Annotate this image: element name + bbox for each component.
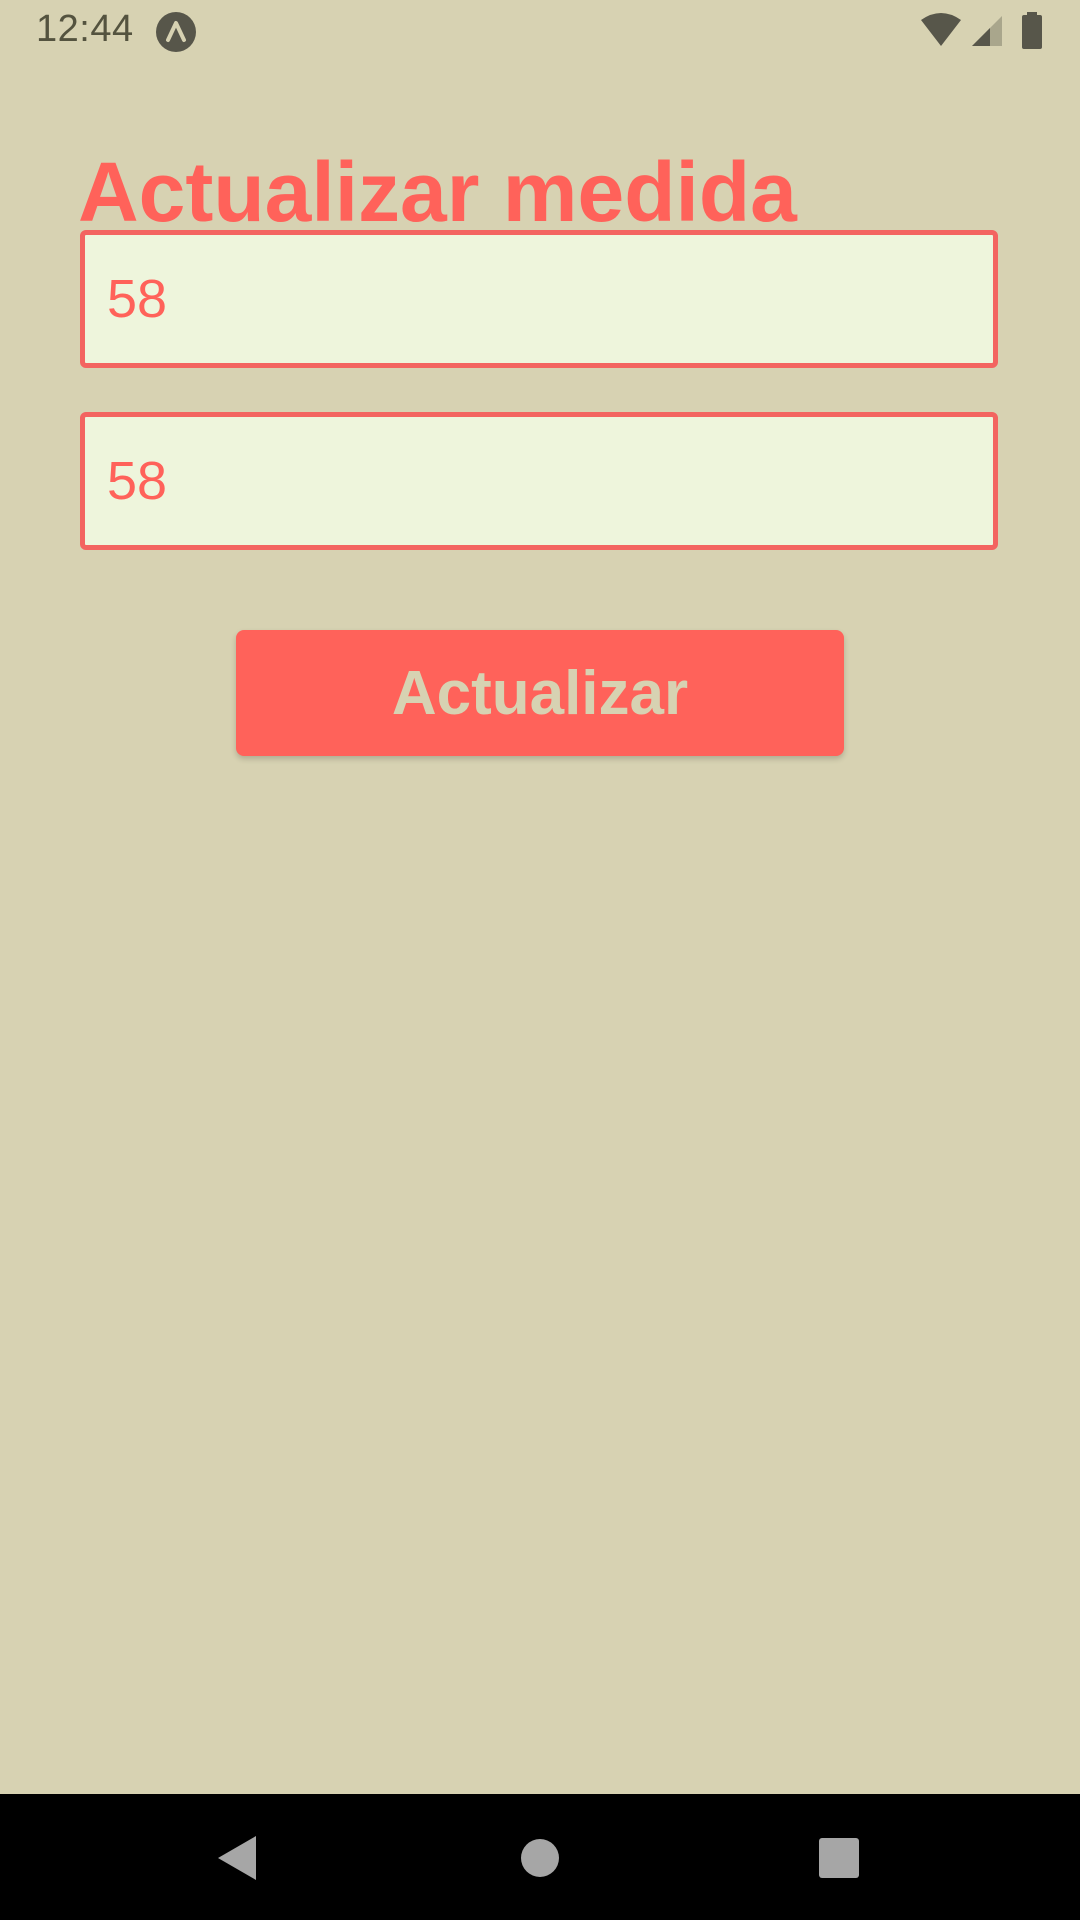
- status-time: 12:44: [36, 8, 134, 50]
- page-title: Actualizar medida: [78, 145, 797, 240]
- measure-field-2[interactable]: [80, 412, 998, 550]
- expo-icon: [156, 12, 196, 52]
- battery-icon: [1022, 12, 1042, 49]
- signal-icon: [972, 16, 1002, 46]
- back-button[interactable]: [200, 1822, 280, 1892]
- measure-field-1[interactable]: [80, 230, 998, 368]
- measure-input-2[interactable]: [85, 417, 993, 545]
- recents-button[interactable]: [798, 1822, 878, 1892]
- home-icon: [521, 1839, 559, 1877]
- wifi-icon: [921, 13, 961, 46]
- update-button[interactable]: Actualizar: [236, 630, 844, 756]
- home-button[interactable]: [500, 1822, 580, 1892]
- measure-input-1[interactable]: [85, 235, 993, 363]
- recents-icon: [819, 1838, 859, 1878]
- back-icon: [218, 1836, 256, 1880]
- system-navigation-bar: [0, 1794, 1080, 1920]
- status-bar: 12:44: [0, 0, 1080, 64]
- status-icons: [920, 12, 1060, 52]
